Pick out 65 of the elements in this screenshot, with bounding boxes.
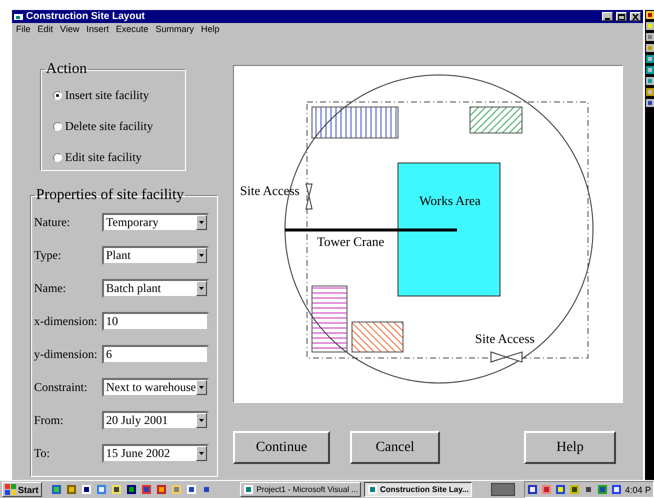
- site-access-icon[interactable]: [305, 184, 313, 210]
- field-label: Nature:: [34, 215, 71, 230]
- app-icon[interactable]: [126, 484, 137, 495]
- app-icon: [14, 12, 23, 20]
- radio-label: Insert site facility: [65, 88, 149, 103]
- menu-item[interactable]: Insert: [86, 24, 109, 35]
- menu-item[interactable]: Summary: [155, 24, 194, 35]
- minimize-button[interactable]: [602, 12, 613, 21]
- works-area[interactable]: [398, 162, 500, 296]
- taskbar-button[interactable]: Project1 - Microsoft Visual ...: [240, 482, 361, 497]
- dropdown[interactable]: Next to warehouse: [102, 378, 209, 397]
- dialog-button[interactable]: Help: [524, 431, 616, 464]
- menu-item[interactable]: Execute: [116, 24, 148, 35]
- radio-button[interactable]: [53, 122, 62, 131]
- start-button[interactable]: Start: [2, 482, 42, 497]
- close-icon: [632, 14, 639, 20]
- field-label: Name:: [34, 281, 67, 296]
- menu-item[interactable]: View: [60, 24, 80, 35]
- dropdown[interactable]: Batch plant: [102, 279, 209, 298]
- close-button[interactable]: [630, 12, 641, 21]
- dropdown[interactable]: 20 July 2001: [102, 411, 209, 430]
- field-label: Type:: [34, 248, 62, 263]
- menu-item[interactable]: Help: [200, 24, 220, 35]
- dialog-button[interactable]: Continue: [233, 431, 330, 464]
- hatched-facility[interactable]: [312, 286, 348, 352]
- window-icon[interactable]: [80, 484, 92, 495]
- menu-item[interactable]: Edit: [38, 24, 54, 35]
- app-icon[interactable]: [568, 484, 580, 495]
- window-title: Construction Site Layout: [26, 11, 146, 22]
- field-label: To:: [34, 446, 51, 461]
- plan-label: Tower Crane: [317, 234, 384, 249]
- radio-label: Delete site facility: [65, 119, 153, 134]
- group-title: Properties of site facility: [35, 187, 185, 204]
- app-icon[interactable]: [140, 484, 152, 495]
- meter-icon: [490, 483, 515, 496]
- field-label: Constraint:: [34, 380, 88, 395]
- app-icon[interactable]: [186, 484, 197, 495]
- hatched-facility[interactable]: [312, 106, 398, 138]
- menu-item[interactable]: File: [16, 24, 31, 35]
- taskbar-button[interactable]: Construction Site Lay...: [364, 482, 472, 497]
- window-icon: [367, 484, 378, 495]
- hatched-facility[interactable]: [352, 322, 404, 352]
- field-label: From:: [34, 413, 64, 428]
- field-label: y-dimension:: [34, 347, 98, 362]
- window-icon: [243, 484, 254, 495]
- dialog-button[interactable]: Cancel: [350, 431, 440, 464]
- app-icon[interactable]: [610, 484, 622, 495]
- plan-label: Works Area: [419, 193, 481, 208]
- group-title: Action: [45, 61, 88, 78]
- input-field[interactable]: 6: [102, 345, 209, 364]
- radio-button[interactable]: [53, 91, 62, 100]
- field-label: x-dimension:: [34, 314, 98, 329]
- maximize-icon: [618, 14, 625, 20]
- dropdown[interactable]: 15 June 2002: [102, 444, 209, 463]
- windows-flag-icon: [5, 484, 16, 495]
- dropdown[interactable]: Temporary: [102, 213, 209, 232]
- input-field[interactable]: 10: [102, 312, 209, 331]
- radio-label: Edit site facility: [65, 150, 142, 165]
- dropdown[interactable]: Plant: [102, 246, 209, 265]
- radio-button[interactable]: [53, 153, 62, 162]
- maximize-button[interactable]: [616, 12, 627, 21]
- plan-label: Site Access: [475, 331, 535, 346]
- hatched-facility[interactable]: [470, 106, 522, 134]
- clock: 4:04 P: [624, 484, 651, 494]
- site-access-icon[interactable]: [490, 351, 522, 363]
